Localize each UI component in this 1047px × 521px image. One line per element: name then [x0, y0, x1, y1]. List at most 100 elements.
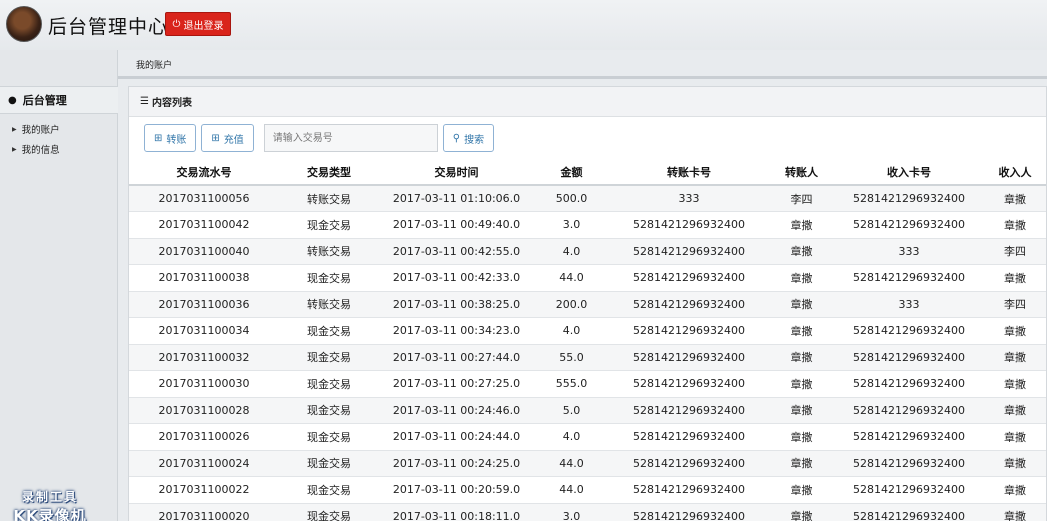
column-header: 收入卡号 — [834, 159, 984, 186]
table-cell: 章撒 — [769, 238, 834, 265]
table-row[interactable]: 2017031100028 现金交易 2017-03-11 00:24:46.0 5.… — [129, 397, 1046, 424]
table-cell: 章撒 — [984, 185, 1046, 212]
search-input[interactable] — [263, 124, 438, 152]
table-row[interactable]: 2017031100026 现金交易 2017-03-11 00:24:44.0 4.… — [129, 423, 1046, 451]
table-cell: 章撒 — [769, 397, 834, 424]
table-cell: 4.0 — [534, 423, 609, 451]
table-cell: 3.0 — [534, 211, 609, 239]
table-row[interactable]: 2017031100038 现金交易 2017-03-11 00:42:33.0 44… — [129, 264, 1046, 292]
table-row[interactable]: 2017031100036 转账交易 2017-03-11 00:38:25.0 20… — [129, 291, 1046, 318]
table-cell: 2017031100024 — [129, 450, 279, 477]
sidebar-section-title: 后台管理 — [22, 94, 67, 107]
sidebar-item-my-info[interactable]: ▶ 我的信息 — [12, 142, 60, 156]
table-cell: 2017-03-11 00:27:25.0 — [379, 370, 534, 398]
table-cell: 2017031100036 — [129, 291, 279, 318]
table-row[interactable]: 2017031100034 现金交易 2017-03-11 00:34:23.0 4.… — [129, 317, 1046, 345]
column-header: 收入人 — [984, 159, 1046, 186]
table-cell: 555.0 — [534, 370, 609, 398]
table-cell: 章撒 — [984, 264, 1046, 292]
logout-label: 退出登录 — [183, 20, 224, 32]
plus-square-icon: ⊞ — [154, 132, 163, 144]
breadcrumb: 我的账户 — [136, 61, 173, 71]
table-cell: 44.0 — [534, 450, 609, 477]
table-cell: 现金交易 — [279, 264, 379, 292]
logout-button[interactable]: ⏻ 退出登录 — [165, 12, 231, 36]
table-cell: 现金交易 — [279, 317, 379, 345]
sidebar-item-label: 我的账户 — [21, 125, 60, 136]
table-cell: 5281421296932400 — [609, 291, 769, 318]
table-cell: 3.0 — [534, 503, 609, 521]
table-row[interactable]: 2017031100024 现金交易 2017-03-11 00:24:25.0 44… — [129, 450, 1046, 477]
table-cell: 李四 — [769, 185, 834, 212]
sidebar-item-my-account[interactable]: ▶ 我的账户 — [12, 122, 60, 136]
panel-title: ☰ 内容列表 — [129, 87, 1046, 117]
list-icon: ☰ — [140, 96, 149, 107]
table-row[interactable]: 2017031100032 现金交易 2017-03-11 00:27:44.0 55… — [129, 344, 1046, 371]
table-cell: 2017031100030 — [129, 370, 279, 398]
table-cell: 章撒 — [984, 423, 1046, 451]
search-button[interactable]: ⚲ 搜索 — [442, 124, 495, 152]
table-cell: 章撒 — [769, 423, 834, 451]
table-cell: 章撒 — [984, 211, 1046, 239]
plus-square-icon: ⊞ — [211, 132, 220, 144]
table-cell: 500.0 — [534, 185, 609, 212]
toolbar: ⊞ 转账 ⊞ 充值 ⚲ 搜索 — [144, 124, 495, 152]
table-cell: 5281421296932400 — [834, 344, 984, 371]
table-cell: 现金交易 — [279, 476, 379, 504]
table-cell: 章撒 — [984, 344, 1046, 371]
table-row[interactable]: 2017031100030 现金交易 2017-03-11 00:27:25.0 55… — [129, 370, 1046, 398]
table-cell: 2017031100056 — [129, 185, 279, 212]
table-cell: 章撒 — [769, 317, 834, 345]
table-cell: 2017-03-11 01:10:06.0 — [379, 185, 534, 212]
table-cell: 现金交易 — [279, 344, 379, 371]
table-cell: 章撒 — [984, 450, 1046, 477]
table-cell: 2017-03-11 00:24:46.0 — [379, 397, 534, 424]
column-header: 转账人 — [769, 159, 834, 186]
table-cell: 5281421296932400 — [834, 370, 984, 398]
table-cell: 2017-03-11 00:42:33.0 — [379, 264, 534, 292]
column-header: 交易类型 — [279, 159, 379, 186]
column-header: 转账卡号 — [609, 159, 769, 186]
table-cell: 44.0 — [534, 476, 609, 504]
table-cell: 章撒 — [769, 370, 834, 398]
table-cell: 2017-03-11 00:38:25.0 — [379, 291, 534, 318]
table-cell: 现金交易 — [279, 450, 379, 477]
column-header: 金额 — [534, 159, 609, 186]
caret-right-icon: ▶ — [12, 145, 17, 153]
table-cell: 5281421296932400 — [834, 211, 984, 239]
table-row[interactable]: 2017031100056 转账交易 2017-03-11 01:10:06.0 50… — [129, 185, 1046, 212]
power-icon: ⏻ — [172, 18, 181, 30]
table-cell: 5281421296932400 — [834, 503, 984, 521]
table-cell: 2017031100038 — [129, 264, 279, 292]
table-cell: 章撒 — [984, 370, 1046, 398]
sidebar-section-header[interactable]: ● 后台管理 — [0, 86, 118, 114]
content-panel: ☰ 内容列表 ⊞ 转账 ⊞ 充值 ⚲ 搜索 交易流水号交易类型交易时间金额转账卡… — [128, 86, 1047, 521]
app-title: 后台管理中心 — [48, 16, 169, 38]
breadcrumb-divider — [118, 76, 1047, 79]
table-cell: 2017-03-11 00:34:23.0 — [379, 317, 534, 345]
column-header: 交易时间 — [379, 159, 534, 186]
avatar[interactable] — [6, 6, 42, 42]
table-row[interactable]: 2017031100042 现金交易 2017-03-11 00:49:40.0 3.… — [129, 211, 1046, 239]
table-cell: 5281421296932400 — [834, 450, 984, 477]
table-cell: 44.0 — [534, 264, 609, 292]
transfer-button[interactable]: ⊞ 转账 — [144, 124, 197, 152]
recharge-button[interactable]: ⊞ 充值 — [201, 124, 254, 152]
transaction-table: 交易流水号 交易类型 交易时间 金额 转账卡号 转账人 收入卡号 收入人 2017031100… — [129, 159, 1046, 521]
table-row[interactable]: 2017031100040 转账交易 2017-03-11 00:42:55.0 4.… — [129, 238, 1046, 265]
table-cell: 5281421296932400 — [609, 503, 769, 521]
table-cell: 现金交易 — [279, 370, 379, 398]
search-icon: ⚲ — [452, 132, 461, 144]
table-cell: 2017-03-11 00:20:59.0 — [379, 476, 534, 504]
table-row[interactable]: 2017031100022 现金交易 2017-03-11 00:20:59.0 44… — [129, 476, 1046, 504]
table-cell: 333 — [834, 238, 984, 265]
table-cell: 5281421296932400 — [834, 476, 984, 504]
table-cell: 2017-03-11 00:24:25.0 — [379, 450, 534, 477]
table-cell: 5281421296932400 — [609, 264, 769, 292]
table-cell: 现金交易 — [279, 211, 379, 239]
table-cell: 章撒 — [984, 476, 1046, 504]
recorder-watermark: 录制工具 KK录像机 — [13, 490, 87, 521]
table-row[interactable]: 2017031100020 现金交易 2017-03-11 00:18:11.0 3.… — [129, 503, 1046, 521]
table-cell: 5281421296932400 — [834, 423, 984, 451]
table-cell: 转账交易 — [279, 291, 379, 318]
